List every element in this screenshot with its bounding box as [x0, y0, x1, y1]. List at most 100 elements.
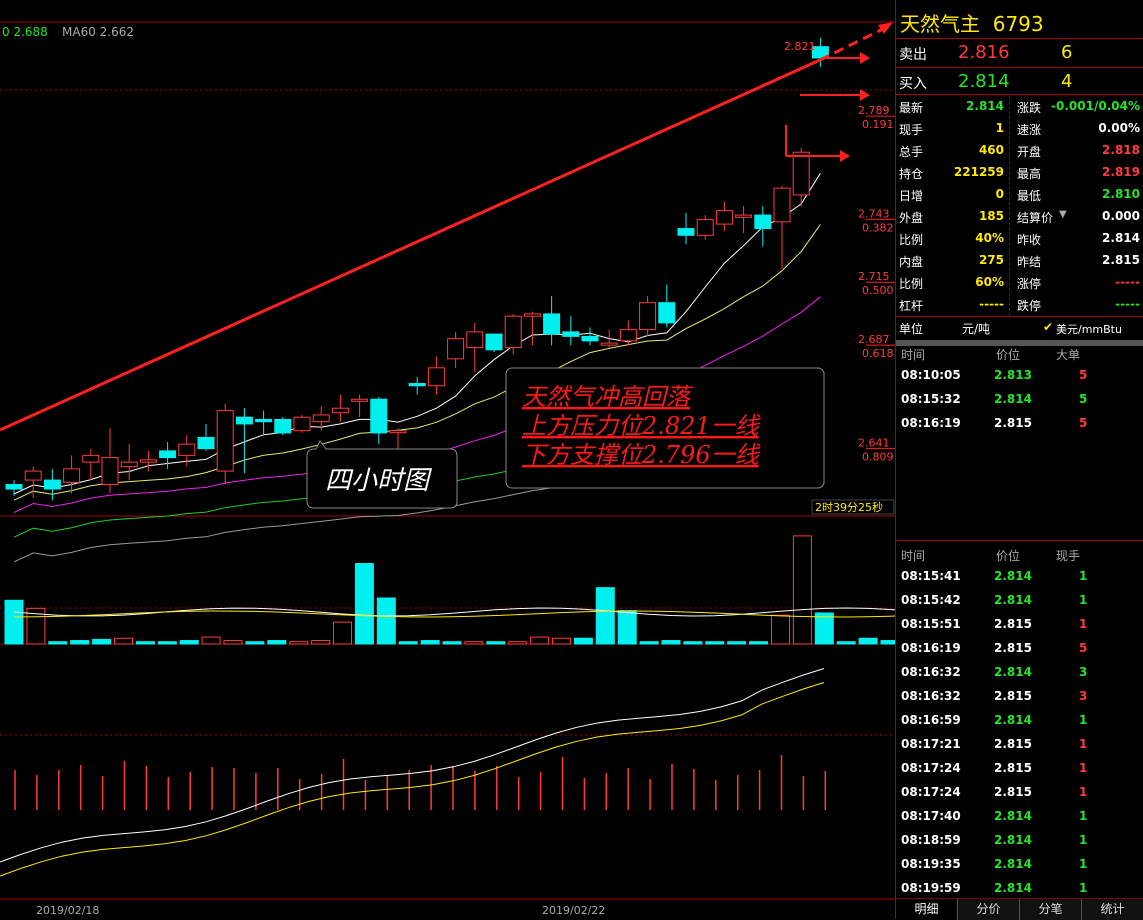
tick-header-cell: 时间 — [901, 549, 926, 563]
stat-value: 2.819 — [1102, 165, 1140, 179]
candle-body — [715, 210, 733, 225]
volume-bar — [639, 641, 659, 645]
fib-ratio-label: 0.382 — [862, 221, 894, 234]
dropdown-arrow-icon[interactable]: ▼ — [1059, 209, 1067, 220]
row-time: 08:15:41 — [901, 569, 961, 583]
tick-row[interactable]: 08:17:40 2.814 1 — [896, 806, 1143, 828]
candle-body — [504, 315, 522, 349]
tick-row[interactable]: 08:16:59 2.814 1 — [896, 710, 1143, 732]
volume-bar — [771, 614, 790, 645]
fib-ratio-label: 0.618 — [862, 347, 894, 360]
stat-key: 总手 — [899, 145, 924, 159]
unit-alt[interactable]: 美元/mmBtu — [1056, 321, 1122, 337]
big-order-row[interactable]: 08:10:05 2.813 5 — [896, 365, 1143, 387]
row-time: 08:17:21 — [901, 737, 961, 751]
row-price: 2.815 — [994, 785, 1032, 799]
stat-key: 现手 — [899, 123, 924, 137]
tick-row[interactable]: 08:17:24 2.815 1 — [896, 782, 1143, 804]
stats-row: 日增 0 最低 2.810 — [896, 184, 1143, 206]
row-qty: 1 — [1079, 713, 1088, 727]
candle-body — [485, 333, 503, 351]
tick-row[interactable]: 08:16:32 2.815 3 — [896, 686, 1143, 708]
row-time: 08:17:40 — [901, 809, 961, 823]
tab-0[interactable]: 明细 — [896, 899, 958, 920]
tick-row[interactable]: 08:16:19 2.815 5 — [896, 638, 1143, 660]
volume-bar — [311, 640, 331, 645]
row-price: 2.815 — [994, 641, 1032, 655]
row-time: 08:19:59 — [901, 881, 961, 895]
row-time: 08:15:42 — [901, 593, 961, 607]
tab-1[interactable]: 分价 — [958, 899, 1020, 920]
tick-row[interactable]: 08:17:21 2.815 1 — [896, 734, 1143, 756]
row-price: 2.815 — [994, 689, 1032, 703]
stat-key: 涨跌 — [1017, 101, 1042, 115]
stat-key: 内盘 — [899, 255, 924, 269]
row-qty: 5 — [1079, 392, 1088, 406]
big-order-row[interactable]: 08:16:19 2.815 5 — [896, 413, 1143, 435]
volume-bar — [157, 641, 177, 645]
row-time: 08:19:35 — [901, 857, 961, 871]
row-price: 2.814 — [994, 809, 1032, 823]
instrument-code: 6793 — [992, 12, 1044, 36]
tick-row[interactable]: 08:15:51 2.815 1 — [896, 614, 1143, 636]
volume-bar — [530, 636, 550, 645]
kline-chart[interactable]: 2.821 2.7890.191 2.7430.382 2.7150.500 2.687… — [0, 0, 895, 919]
volume-bar — [92, 638, 112, 645]
stats-row: 比例 60% 涨停 ----- — [896, 272, 1143, 294]
row-price: 2.815 — [994, 416, 1032, 430]
stat-value: 2.810 — [1102, 187, 1140, 201]
volume-bar — [573, 637, 593, 645]
row-price: 2.814 — [994, 713, 1032, 727]
trendline-extension — [819, 26, 886, 62]
big-order-row[interactable]: 08:15:32 2.814 5 — [896, 389, 1143, 411]
candle-body — [293, 416, 311, 432]
tick-row[interactable]: 08:15:41 2.814 1 — [896, 566, 1143, 588]
countdown-timer: 2时39分25秒 — [815, 500, 883, 514]
row-qty: 1 — [1079, 761, 1088, 775]
candle-body — [159, 450, 177, 459]
tick-header-cell: 现手 — [1056, 549, 1081, 563]
candle-body — [600, 342, 618, 346]
stat-key: 日增 — [899, 189, 924, 203]
volume-bar — [508, 641, 528, 645]
unit-row[interactable]: 单位 元/吨 ✔ 美元/mmBtu — [896, 318, 1143, 340]
stats-row: 杠杆 ----- 跌停 ----- — [896, 294, 1143, 316]
big-order-header-cell: 价位 — [996, 348, 1021, 362]
stat-value: -0.001/0.04% — [1051, 99, 1140, 113]
candle-body — [331, 407, 349, 414]
row-qty: 1 — [1079, 881, 1088, 895]
volume-bar — [617, 610, 637, 645]
tick-row[interactable]: 08:19:35 2.814 1 — [896, 854, 1143, 876]
volume-bar — [727, 641, 747, 645]
tick-row[interactable]: 08:15:42 2.814 1 — [896, 590, 1143, 612]
tick-row[interactable]: 08:17:24 2.815 1 — [896, 758, 1143, 780]
volume-bar — [70, 640, 90, 645]
tab-2[interactable]: 分笔 — [1020, 899, 1082, 920]
candle-body — [178, 443, 196, 456]
tick-row[interactable]: 08:18:59 2.814 1 — [896, 830, 1143, 852]
candle-body — [639, 302, 657, 331]
candle-body — [543, 313, 561, 335]
candle-body — [101, 457, 119, 486]
volume-bar — [464, 641, 484, 645]
sell-label: 卖出 — [899, 47, 927, 63]
candle-body — [408, 383, 426, 387]
row-qty: 5 — [1079, 416, 1088, 430]
stats-row: 内盘 275 昨结 2.815 — [896, 250, 1143, 272]
unit-value[interactable]: 元/吨 — [962, 320, 990, 337]
unit-label: 单位 — [899, 322, 924, 336]
fib-ratio-label: 0.191 — [862, 118, 894, 131]
buy-row[interactable]: 买入 2.814 4 — [896, 71, 1143, 95]
row-price: 2.814 — [994, 857, 1032, 871]
volume-bar — [398, 641, 418, 645]
volume-bar — [201, 636, 221, 645]
stat-value: 275 — [978, 253, 1004, 267]
panel-tabs: 明细 分价 分笔 统计 — [896, 898, 1143, 920]
tick-row[interactable]: 08:16:32 2.814 3 — [896, 662, 1143, 684]
stat-key: 最高 — [1017, 167, 1042, 181]
big-order-header: 时间 价位 大单 — [896, 343, 1143, 365]
sell-row[interactable]: 卖出 2.816 6 — [896, 42, 1143, 66]
tick-row[interactable]: 08:19:59 2.814 1 — [896, 878, 1143, 900]
stat-value: 40% — [975, 231, 1004, 245]
tab-3[interactable]: 统计 — [1082, 899, 1143, 920]
